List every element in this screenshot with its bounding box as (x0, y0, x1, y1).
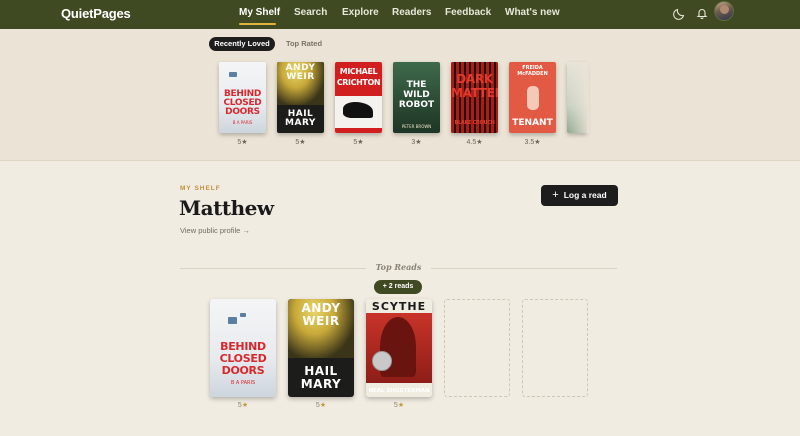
strip-book-rating: 5★ (295, 139, 306, 146)
active-nav-indicator (239, 23, 276, 25)
section-label: MY SHELF (180, 185, 221, 192)
cover-text: MARY (300, 377, 342, 391)
top-read-rating: 5★ (288, 401, 354, 409)
page-title: Matthew (179, 196, 274, 220)
top-navbar: QuietPages My Shelf Search Explore Reade… (0, 0, 800, 29)
strip-book-cover[interactable]: THE WILD ROBOT PETER BROWN (393, 62, 440, 133)
cover-text: THE (406, 80, 427, 90)
nav-link-feedback[interactable]: Feedback (445, 7, 491, 18)
strip-book-cover[interactable]: ANDY WEIR HAIL MARY (277, 62, 324, 133)
empty-top-read-slot[interactable] (444, 299, 510, 397)
moon-icon[interactable] (673, 6, 687, 20)
cover-text: DARK (456, 72, 493, 86)
nav-link-my-shelf[interactable]: My Shelf (239, 7, 280, 18)
cover-author: BLAKE CROUCH (454, 120, 495, 126)
cover-text: MICHAEL (339, 67, 378, 76)
cover-author: NEAL SHUSTERMAN (368, 388, 430, 394)
plus-icon: + (552, 189, 559, 201)
strip-book-rating: 4.5★ (466, 139, 483, 146)
top-read-rating: 5★ (210, 401, 276, 409)
nav-link-explore[interactable]: Explore (342, 7, 379, 18)
top-read-book[interactable]: BEHIND CLOSED DOORS B A PARIS (210, 299, 276, 397)
strip-book-cover[interactable]: MICHAEL CRICHTON (335, 62, 382, 133)
cover-author: B A PARIS (232, 120, 253, 125)
star-icon: ★ (241, 402, 249, 409)
top-read-book[interactable]: ANDY WEIR HAIL MARY (288, 299, 354, 397)
cover-author: PETER BROWN (401, 124, 432, 129)
more-reads-badge[interactable]: + 2 reads (374, 280, 422, 294)
star-icon: ★ (319, 402, 327, 409)
strip-book-rating: 5★ (353, 139, 364, 146)
log-a-read-button[interactable]: + Log a read (541, 185, 618, 206)
view-public-profile-link[interactable]: View public profile → (180, 226, 250, 235)
log-a-read-label: Log a read (563, 190, 607, 200)
cover-text: SCYTHE (371, 300, 427, 313)
nav-link-readers[interactable]: Readers (392, 7, 431, 18)
star-icon: ★ (397, 402, 405, 409)
cover-text: ROBOT (398, 100, 435, 110)
cover-text: HAIL (304, 364, 338, 378)
divider (180, 268, 366, 269)
nav-link-search[interactable]: Search (294, 7, 327, 18)
cover-text: McFADDEN (517, 71, 548, 77)
cover-text: DOORS (221, 364, 265, 377)
bell-icon[interactable] (695, 6, 709, 20)
site-logo[interactable]: QuietPages (61, 6, 131, 21)
top-read-rating: 5★ (366, 401, 432, 409)
cover-text: MATTER (451, 86, 498, 100)
cover-text: MARY (285, 118, 316, 128)
strip-book-rating: 3.5★ (524, 139, 541, 146)
cover-text: TENANT (512, 118, 553, 128)
nav-link-whats-new[interactable]: What's new (505, 7, 560, 18)
divider (431, 268, 617, 269)
strip-book-rating: 3★ (411, 139, 422, 146)
strip-book-cover[interactable]: DARKMATTER BLAKE CROUCH (451, 62, 498, 133)
user-avatar[interactable] (714, 1, 734, 21)
strip-book-rating: 5★ (237, 139, 248, 146)
cover-text: WILD (403, 90, 430, 100)
strip-fade-overlay (567, 62, 589, 133)
cover-text: CRICHTON (336, 78, 381, 87)
cover-author: B A PARIS (230, 380, 256, 386)
empty-top-read-slot[interactable] (522, 299, 588, 397)
cover-text: WEIR (302, 314, 340, 328)
top-reads-heading: Top Reads (375, 262, 422, 272)
cover-text: DOORS (225, 107, 260, 117)
tab-recently-loved[interactable]: Recently Loved (209, 37, 275, 51)
tab-top-rated[interactable]: Top Rated (281, 37, 327, 51)
strip-book-cover[interactable]: FREIDA McFADDEN TENANT (509, 62, 556, 133)
top-read-book[interactable]: SCYTHE NEAL SHUSTERMAN (366, 299, 432, 397)
strip-book-cover[interactable]: BEHIND CLOSED DOORS B A PARIS (219, 62, 266, 133)
cover-text: WEIR (286, 72, 315, 82)
cover-text: ANDY (301, 301, 341, 315)
award-medal-icon (372, 351, 392, 371)
recently-loved-strip: Recently Loved Top Rated BEHIND CLOSED DOO… (0, 29, 800, 161)
